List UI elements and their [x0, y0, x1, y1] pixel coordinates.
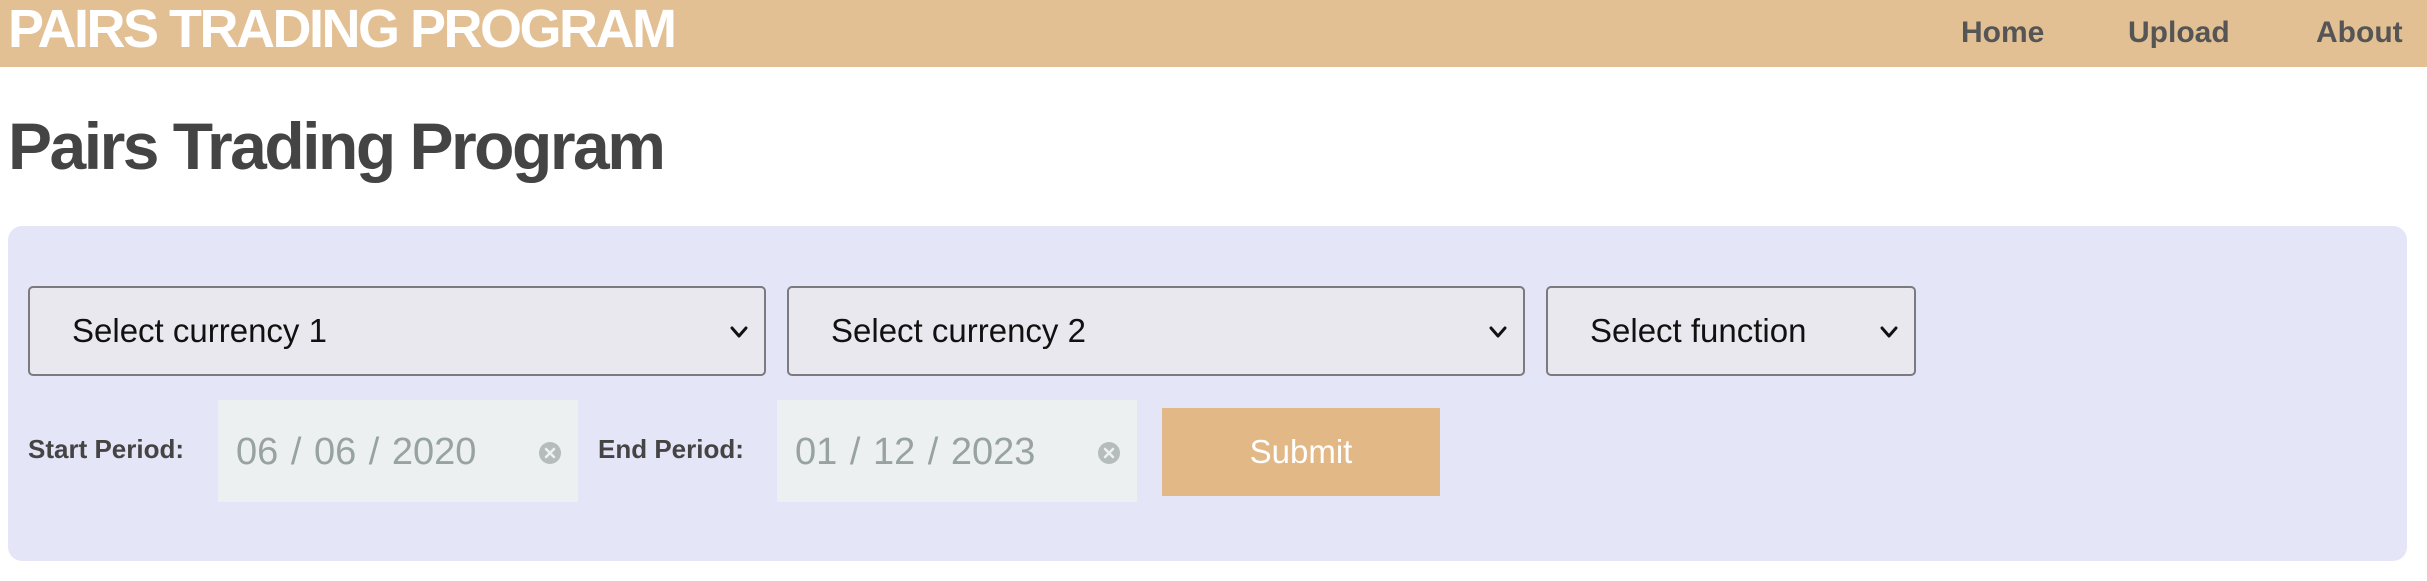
function-select-value: Select function [1590, 312, 1807, 349]
submit-button[interactable]: Submit [1162, 408, 1440, 496]
nav-link-upload[interactable]: Upload [2128, 0, 2230, 67]
nav-link-home[interactable]: Home [1961, 0, 2044, 67]
start-date-input[interactable]: 06 / 06 / 2020 [218, 400, 578, 502]
page-title: Pairs Trading Program [8, 109, 666, 183]
end-date-value: 01 / 12 / 2023 [795, 431, 1036, 473]
clear-icon[interactable] [1097, 441, 1121, 465]
function-select[interactable]: Select function [1546, 286, 1916, 376]
navbar: PAIRS TRADING PROGRAM Home Upload About [0, 0, 2427, 67]
start-date-value: 06 / 06 / 2020 [236, 431, 477, 473]
chevron-down-icon [730, 326, 748, 338]
start-period-label: Start Period: [28, 434, 185, 464]
currency-1-select[interactable]: Select currency 1 [28, 286, 766, 376]
chevron-down-icon [1880, 326, 1898, 338]
brand-title: PAIRS TRADING PROGRAM [8, 0, 677, 59]
currency-1-select-value: Select currency 1 [72, 312, 327, 349]
currency-2-select-value: Select currency 2 [831, 312, 1086, 349]
end-period-label: End Period: [598, 434, 744, 464]
currency-2-select[interactable]: Select currency 2 [787, 286, 1525, 376]
nav-link-about[interactable]: About [2316, 0, 2403, 67]
clear-icon[interactable] [538, 441, 562, 465]
chevron-down-icon [1489, 326, 1507, 338]
end-date-input[interactable]: 01 / 12 / 2023 [777, 400, 1137, 502]
form-panel: Select currency 1 Select currency 2 Sele… [8, 226, 2407, 561]
